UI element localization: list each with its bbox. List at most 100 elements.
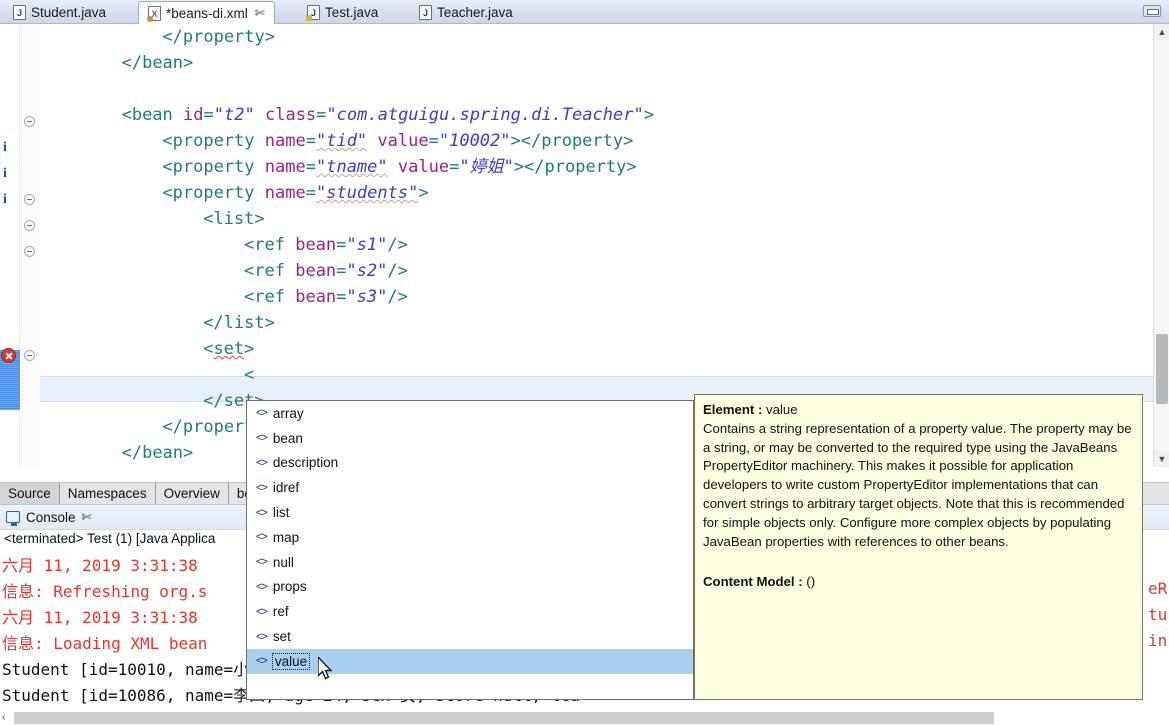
editor-folding-column[interactable] [20,24,40,467]
doc-content-model: Content Model : () [703,573,1134,592]
content-assist-item[interactable]: <> map [247,525,693,550]
content-assist-item-label: idref [272,480,300,496]
close-icon[interactable]: ✄ [82,510,92,524]
console-line: 六月 11, 2019 3:31:38 [2,556,208,575]
content-assist-item-label: null [272,554,294,570]
console-fragment: in [1148,631,1168,650]
fold-toggle-icon[interactable] [24,350,35,361]
console-icon [6,511,20,526]
tab-namespaces[interactable]: Namespaces [59,483,156,504]
code-line: </bean> [121,53,194,73]
content-assist-doc-popup: Element : value Contains a string repres… [694,394,1143,700]
code-line: <set> [203,339,255,359]
content-assist-item[interactable]: <> set [247,624,693,649]
java-file-icon: J [306,4,320,21]
editor-tab-teacher-java[interactable]: J Teacher.java [410,0,522,24]
content-assist-item[interactable]: <> props [247,575,693,600]
content-assist-item[interactable]: <> value [247,648,693,674]
fold-toggle-icon[interactable] [24,116,35,127]
editor-tab-student-java[interactable]: J Student.java [4,0,115,24]
code-line: < [244,365,255,385]
code-line: <property name="tid" value="10002"></pro… [162,131,634,151]
code-line: </property> [162,27,276,47]
xml-tag-icon: <> [256,556,268,569]
content-assist-item-label: map [272,529,300,545]
content-assist-item[interactable]: <> null [247,550,693,575]
content-assist-item-label: array [272,405,304,421]
close-icon[interactable]: ✄ [255,6,265,20]
code-line: <property name="students"> [162,183,429,203]
content-assist-popup[interactable]: <> array <> bean <> description <> idref <> list <… [246,400,694,700]
doc-element-label: Element : [703,402,763,417]
code-line: </bean> [121,443,194,463]
xml-tag-icon: <> [256,506,268,519]
content-assist-item-label: list [272,505,290,521]
doc-element-name: value [766,402,798,417]
content-assist-item-label: ref [272,604,289,620]
fold-toggle-icon[interactable] [24,246,35,257]
xml-tag-icon: <> [256,481,268,494]
content-assist-item[interactable]: <> ref [247,599,693,624]
code-line: <ref bean="s3"/> [244,287,408,307]
content-assist-item[interactable]: <> idref [247,475,693,500]
editor-vertical-scrollbar[interactable]: ▲ ▼ [1153,24,1169,467]
tab-label: Source [8,486,51,501]
info-marker-icon[interactable]: i [3,140,7,156]
xml-tag-icon: <> [256,605,268,618]
fold-toggle-icon[interactable] [24,220,35,231]
info-marker-icon[interactable]: i [3,166,7,182]
content-assist-list[interactable]: <> array <> bean <> description <> idref <> list <… [247,401,693,674]
content-assist-item-label: props [272,579,307,595]
editor-tab-bar: J Student.java X *beans-di.xml ✄ J Test.… [0,0,1169,25]
content-assist-item-label: bean [272,430,303,446]
console-hscroll-track[interactable] [14,712,994,724]
vscroll-thumb[interactable] [1156,334,1168,404]
minimize-button[interactable] [1143,5,1161,17]
info-marker-icon[interactable]: i [3,192,7,208]
doc-description: Contains a string representation of a pr… [703,420,1132,549]
scroll-down-icon[interactable]: ▼ [1154,451,1169,467]
content-assist-item[interactable]: <> bean [247,426,693,451]
scroll-up-icon[interactable]: ▲ [1154,24,1169,40]
editor-tab-beans-di-xml[interactable]: X *beans-di.xml ✄ [138,1,275,25]
xml-tag-icon: <> [256,630,268,643]
xml-tag-icon: <> [256,432,268,445]
tab-source[interactable]: Source [0,483,60,504]
editor-tab-label: Test.java [325,4,379,20]
xml-tag-icon: <> [256,580,268,593]
xml-tag-icon: <> [256,407,268,420]
code-line: <ref bean="s1"/> [244,235,408,255]
eclipse-ide-window: J Student.java X *beans-di.xml ✄ J Test.… [0,0,1169,725]
doc-content-model-value: () [806,574,816,590]
content-assist-item[interactable]: <> description [247,451,693,476]
content-assist-item-label: description [272,455,339,471]
console-launch-config: <terminated> Test (1) [Java Applica [4,531,216,546]
fold-toggle-icon[interactable] [24,194,35,205]
console-line: 六月 11, 2019 3:31:38 [2,608,208,627]
console-line: 信息: Refreshing org.s [2,582,208,601]
editor-gutter[interactable]: i i i [0,24,20,467]
console-line: 信息: Loading XML bean [2,634,208,653]
editor-tab-label: Teacher.java [437,4,513,20]
tab-label: Overview [163,486,220,501]
xml-tag-icon: <> [256,531,268,544]
console-view-title: Console [26,509,76,525]
xml-file-icon: X [147,5,161,22]
xml-tag-icon: <> [256,456,268,469]
code-line: <property name="tname" value="婷姐"></prop… [162,157,637,177]
tab-overview[interactable]: Overview [155,483,229,504]
doc-element-line: Element : value [703,401,1134,420]
code-line: </list> [203,313,275,333]
console-horizontal-scrollbar[interactable]: ‹ [0,711,1169,725]
console-fragment: tu [1148,605,1168,624]
editor-tab-test-java[interactable]: J Test.java [298,0,387,24]
content-assist-item[interactable]: <> array [247,401,693,426]
content-assist-item-label: set [272,629,291,645]
error-marker-icon[interactable] [1,348,16,363]
xml-tag-icon: <> [256,655,268,668]
java-file-icon: J [13,4,26,20]
scroll-left-icon[interactable]: ‹ [2,711,5,725]
java-file-icon: J [419,4,432,20]
tab-label: Namespaces [67,486,147,501]
content-assist-item[interactable]: <> list [247,500,693,525]
